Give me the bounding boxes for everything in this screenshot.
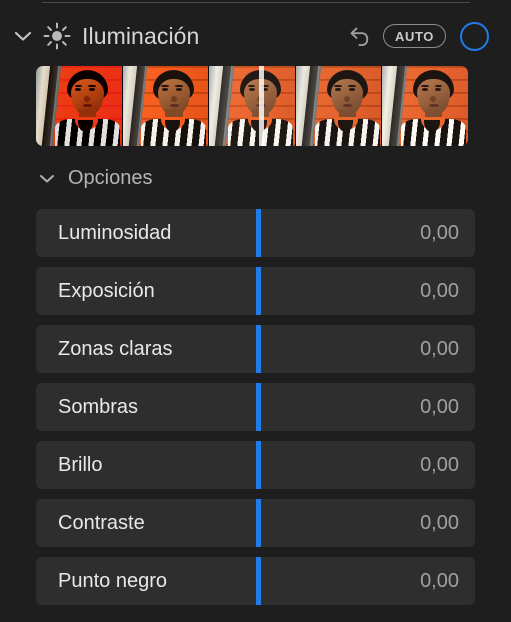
slider-label: Zonas claras [58,337,173,360]
slider-row-luminosidad[interactable]: Luminosidad 0,00 [36,209,475,257]
slider-label: Exposición [58,279,155,302]
filmstrip-thumbnail[interactable] [209,66,296,146]
slider-knob[interactable] [256,441,261,489]
sun-icon [42,21,72,51]
options-label: Opciones [68,166,153,189]
slider-knob[interactable] [256,557,261,605]
slider-row-sombras[interactable]: Sombras 0,00 [36,383,475,431]
illumination-sliders-list: Luminosidad 0,00 Exposición 0,00 Zonas c… [36,209,475,605]
filmstrip-thumbnail[interactable] [122,66,210,146]
slider-knob[interactable] [256,383,261,431]
slider-row-zonas-claras[interactable]: Zonas claras 0,00 [36,325,475,373]
slider-value: 0,00 [420,337,459,360]
filmstrip-thumbnail[interactable] [295,66,383,146]
slider-value: 0,00 [420,569,459,592]
undo-arrow-icon[interactable] [343,19,377,53]
slider-knob[interactable] [256,267,261,315]
filmstrip-thumbnail[interactable] [382,66,468,146]
slider-value: 0,00 [420,511,459,534]
slider-row-contraste[interactable]: Contraste 0,00 [36,499,475,547]
slider-value: 0,00 [420,453,459,476]
auto-button[interactable]: AUTO [383,24,446,48]
illumination-adjust-panel: Iluminación AUTO Opciones Luminosidad 0,… [0,0,511,622]
slider-value: 0,00 [420,395,459,418]
slider-row-exposicion[interactable]: Exposición 0,00 [36,267,475,315]
slider-knob[interactable] [256,209,261,257]
enable-adjustment-toggle[interactable] [460,21,489,51]
slider-row-punto-negro[interactable]: Punto negro 0,00 [36,557,475,605]
slider-knob[interactable] [256,325,261,373]
slider-label: Contraste [58,511,145,534]
slider-label: Sombras [58,395,139,418]
page-title: Iluminación [82,22,200,49]
slider-value: 0,00 [420,221,459,244]
chevron-down-icon[interactable] [34,158,60,198]
slider-label: Punto negro [58,569,167,592]
chevron-down-icon[interactable] [8,13,38,59]
illumination-variations-filmstrip[interactable] [36,66,468,146]
filmstrip-thumbnail[interactable] [36,66,123,146]
slider-row-brillo[interactable]: Brillo 0,00 [36,441,475,489]
panel-top-divider [42,2,470,3]
options-section-header[interactable]: Opciones [0,158,511,198]
slider-knob[interactable] [256,499,261,547]
panel-header: Iluminación AUTO [0,13,511,59]
slider-label: Brillo [58,453,103,476]
slider-value: 0,00 [420,279,459,302]
slider-label: Luminosidad [58,221,172,244]
